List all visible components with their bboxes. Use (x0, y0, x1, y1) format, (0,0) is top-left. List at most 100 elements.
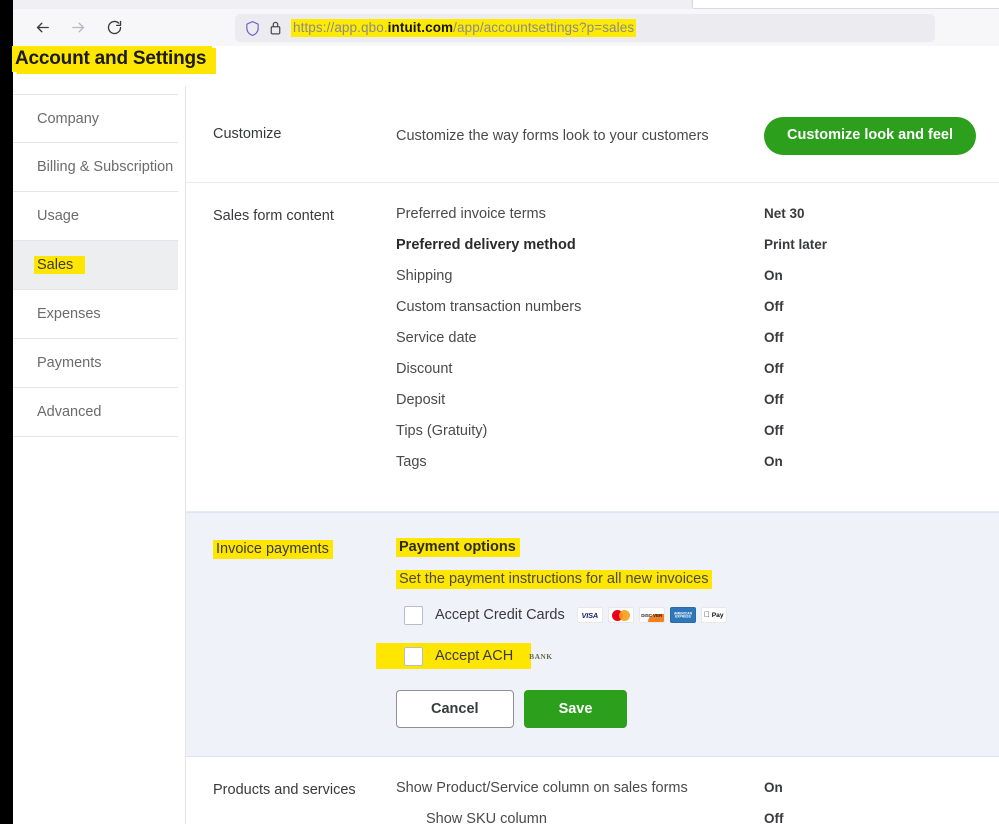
accept-credit-cards-row[interactable]: Accept Credit Cards VISA DISC VER AMERIC… (396, 601, 999, 629)
mastercard-logo (607, 607, 634, 623)
sidebar-item-advanced[interactable]: Advanced (13, 388, 178, 437)
sidebar-item-payments[interactable]: Payments (13, 339, 178, 388)
row-label: Show SKU column (426, 811, 547, 824)
row-value: Off (764, 423, 784, 438)
table-row[interactable]: Discount Off (396, 361, 999, 392)
sidebar-item-expenses[interactable]: Expenses (13, 290, 178, 339)
left-black-gutter (0, 0, 13, 824)
row-label: Show Product/Service column on sales for… (396, 780, 688, 796)
table-row[interactable]: Deposit Off (396, 392, 999, 423)
row-value: Off (764, 361, 784, 376)
row-value: On (764, 454, 783, 469)
row-value: Off (764, 299, 784, 314)
section-title-products-and-services: Products and services (213, 782, 356, 798)
sidebar-item-label: Sales (37, 256, 74, 274)
sidebar-item-usage[interactable]: Usage (13, 192, 178, 241)
reload-icon (107, 20, 121, 35)
settings-sidebar: Company Billing & Subscription Usage Sal… (13, 94, 178, 437)
row-value: Off (764, 811, 784, 824)
reload-button[interactable] (99, 13, 129, 43)
arrow-right-icon (71, 22, 84, 33)
cancel-button[interactable]: Cancel (396, 690, 514, 728)
row-label: Tips (Gratuity) (396, 423, 488, 439)
row-value: Print later (764, 237, 828, 252)
section-title-customize: Customize (213, 126, 282, 142)
accept-ach-label: Accept ACH (435, 648, 514, 664)
row-label: Shipping (396, 268, 453, 284)
section-products-and-services: Products and services Show Product/Servi… (186, 757, 999, 824)
page-title-text: Account and Settings (13, 46, 213, 72)
page-title: Account and Settings (13, 46, 213, 72)
sidebar-item-label: Payments (37, 355, 102, 371)
row-value: Net 30 (764, 206, 805, 221)
settings-main-panel: Customize Customize the way forms look t… (185, 86, 999, 824)
back-button[interactable] (27, 13, 57, 43)
address-bar[interactable]: https://app.qbo.intuit.com/app/accountse… (235, 14, 935, 42)
bank-icon: BANK (529, 651, 553, 661)
payment-options-heading-text: Payment options (396, 538, 520, 557)
table-row[interactable]: Tips (Gratuity) Off (396, 423, 999, 454)
invoice-payments-body: Payment options Set the payment instruct… (376, 538, 999, 728)
card-brand-logos: VISA DISC VER AMERICAN EXPRESS  Pay (576, 607, 727, 623)
row-label: Tags (396, 454, 427, 470)
visa-logo: VISA (576, 607, 603, 623)
sidebar-item-billing-subscription[interactable]: Billing & Subscription (13, 143, 178, 192)
table-row[interactable]: Preferred delivery method Print later (396, 237, 999, 268)
sales-form-content-rows: Preferred invoice terms Net 30 Preferred… (396, 206, 999, 485)
customize-row: Customize the way forms look to your cus… (396, 116, 999, 156)
customize-look-and-feel-button[interactable]: Customize look and feel (764, 117, 976, 155)
table-row[interactable]: Show SKU column Off (396, 811, 999, 824)
row-value: Off (764, 330, 784, 345)
table-row[interactable]: Preferred invoice terms Net 30 (396, 206, 999, 237)
accept-ach-checkbox[interactable] (404, 646, 423, 666)
address-bar-url: https://app.qbo.intuit.com/app/accountse… (291, 19, 637, 37)
settings-content: Company Billing & Subscription Usage Sal… (13, 86, 999, 824)
save-button[interactable]: Save (523, 690, 628, 728)
row-label: Preferred invoice terms (396, 206, 546, 222)
section-sales-form-content: Sales form content Preferred invoice ter… (186, 183, 999, 512)
browser-chrome: https://app.qbo.intuit.com/app/accountse… (13, 0, 999, 46)
forward-button[interactable] (63, 13, 93, 43)
payment-options-heading: Payment options (396, 538, 999, 557)
row-label: Discount (396, 361, 453, 377)
row-label: Preferred delivery method (396, 237, 576, 253)
sidebar-item-label: Expenses (37, 306, 101, 322)
row-label: Custom transaction numbers (396, 299, 582, 315)
section-title-sales-form-content: Sales form content (213, 208, 334, 224)
sidebar-item-label: Advanced (37, 404, 102, 420)
section-invoice-payments: Invoice payments Payment options Set the… (186, 512, 999, 757)
shield-icon[interactable] (245, 20, 260, 37)
invoice-payments-actions: Cancel Save (396, 690, 999, 728)
products-and-services-rows: Show Product/Service column on sales for… (396, 780, 999, 824)
payment-options-subtitle-text: Set the payment instructions for all new… (396, 570, 713, 589)
table-row[interactable]: Shipping On (396, 268, 999, 299)
customize-description: Customize the way forms look to your cus… (396, 128, 709, 144)
accept-credit-cards-label: Accept Credit Cards (435, 607, 565, 623)
sidebar-item-company[interactable]: Company (13, 94, 178, 143)
padlock-icon[interactable] (269, 20, 282, 36)
apple-pay-logo:  Pay (700, 607, 727, 623)
screenshot-root: https://app.qbo.intuit.com/app/accountse… (0, 0, 999, 824)
sidebar-item-sales[interactable]: Sales (13, 241, 178, 290)
section-title-text: Invoice payments (213, 540, 333, 559)
table-row[interactable]: Show Product/Service column on sales for… (396, 780, 999, 811)
row-label: Service date (396, 330, 477, 346)
payment-options-subtitle: Set the payment instructions for all new… (396, 570, 999, 589)
accept-credit-cards-checkbox[interactable] (404, 605, 423, 625)
row-value: On (764, 780, 783, 795)
row-value: On (764, 268, 783, 283)
table-row[interactable]: Service date Off (396, 330, 999, 361)
table-row[interactable]: Custom transaction numbers Off (396, 299, 999, 330)
browser-tabstrip (13, 0, 999, 9)
discover-logo: DISC VER (638, 607, 665, 623)
row-label: Deposit (396, 392, 446, 408)
accept-ach-row[interactable]: Accept ACH BANK (376, 642, 999, 670)
sidebar-item-label: Usage (37, 208, 79, 224)
table-row[interactable]: Tags On (396, 454, 999, 485)
browser-tab[interactable] (693, 0, 999, 8)
sidebar-item-label: Company (37, 110, 100, 127)
sidebar-item-label: Billing & Subscription (37, 159, 174, 175)
arrow-left-icon (36, 22, 49, 33)
section-customize: Customize Customize the way forms look t… (186, 86, 999, 183)
row-value: Off (764, 392, 784, 407)
